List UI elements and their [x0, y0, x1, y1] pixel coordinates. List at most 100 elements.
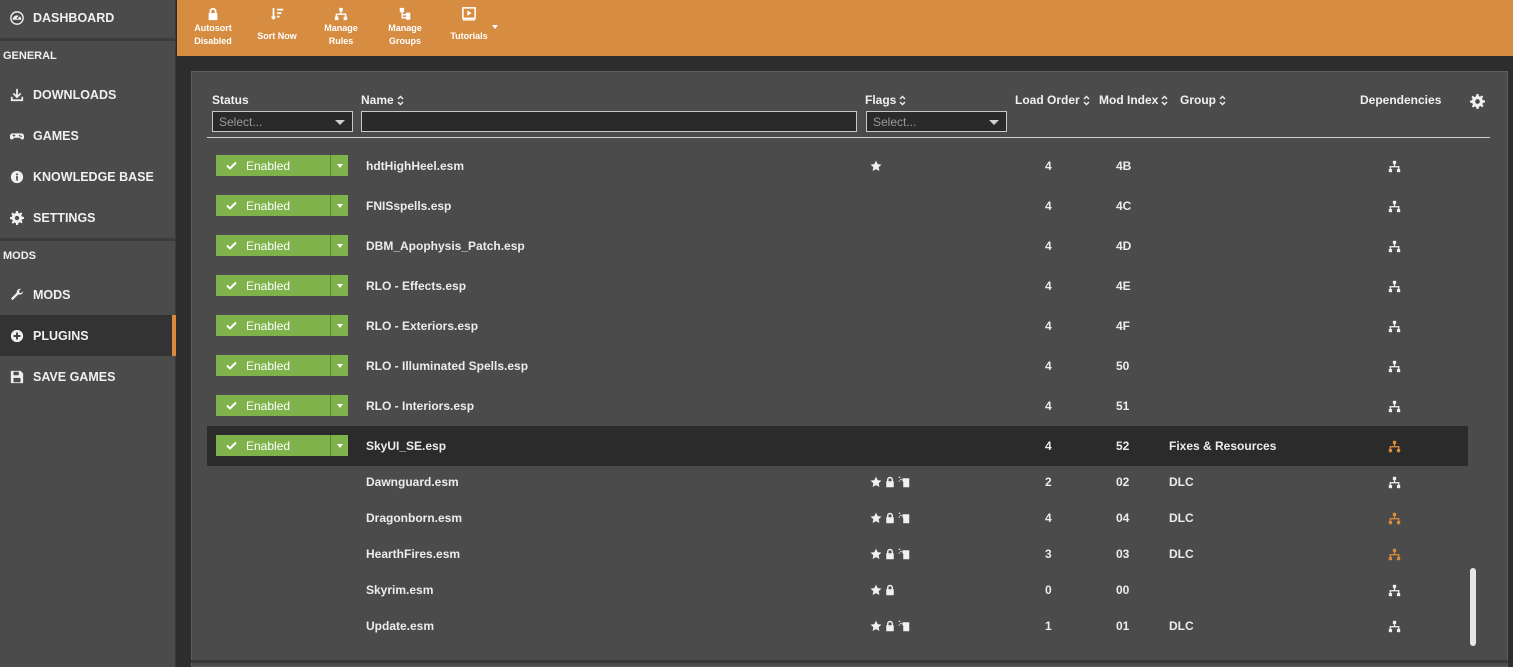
plugin-flags: [870, 146, 882, 186]
column-header-status[interactable]: Status: [212, 93, 249, 107]
status-toggle-button[interactable]: Enabled: [216, 435, 348, 456]
table-row[interactable]: Enabled hdtHighHeel.esm 4 4B: [207, 146, 1468, 186]
manage-rules-button[interactable]: Manage Rules: [309, 0, 373, 56]
sort-now-button[interactable]: Sort Now: [245, 0, 309, 56]
flags-filter-select[interactable]: Select...: [866, 111, 1007, 132]
table-row[interactable]: Enabled DBM_Apophysis_Patch.esp 4 4D: [207, 226, 1468, 266]
dependencies-hierarchy-icon[interactable]: [1388, 464, 1401, 500]
status-dropdown-button[interactable]: [331, 163, 348, 168]
load-order-value: 4: [1045, 399, 1052, 413]
column-header-group[interactable]: Group: [1180, 93, 1226, 107]
table-row[interactable]: Enabled RLO - Exteriors.esp 4 4F: [207, 306, 1468, 346]
chevron-down-icon: [336, 243, 343, 248]
autosort-button[interactable]: Autosort Disabled: [181, 0, 245, 56]
star-icon: [870, 476, 882, 488]
table-row[interactable]: Enabled RLO - Effects.esp 4 4E: [207, 266, 1468, 306]
plugin-name: RLO - Illuminated Spells.esp: [366, 359, 529, 373]
load-order-value: 2: [1045, 475, 1052, 489]
status-dropdown-button[interactable]: [331, 203, 348, 208]
sidebar-item-games[interactable]: GAMES: [0, 115, 176, 156]
plugin-name: FNISspells.esp: [366, 199, 452, 213]
dependencies-hierarchy-icon[interactable]: [1388, 500, 1401, 536]
table-row[interactable]: Update.esm 1 01 DLC: [207, 608, 1468, 644]
table-settings-gear-icon[interactable]: [1470, 94, 1485, 114]
load-order-value: 4: [1045, 279, 1052, 293]
status-dropdown-button[interactable]: [331, 403, 348, 408]
status-toggle-button[interactable]: Enabled: [216, 155, 348, 176]
dependencies-hierarchy-icon[interactable]: [1388, 572, 1401, 608]
table-row[interactable]: Enabled SkyUI_SE.esp 4 52 Fixes & Resources: [207, 426, 1468, 466]
sidebar-item-plugins[interactable]: PLUGINS: [0, 315, 176, 356]
plus-circle-icon: [0, 329, 33, 343]
dependencies-hierarchy-icon[interactable]: [1388, 386, 1401, 426]
load-order-value: 4: [1045, 319, 1052, 333]
tutorials-button[interactable]: Tutorials: [437, 0, 501, 56]
manage-rules-label-2: Rules: [328, 36, 354, 46]
dependencies-hierarchy-icon[interactable]: [1388, 536, 1401, 572]
mod-index-value: 4F: [1116, 319, 1131, 333]
autosort-label-2: Disabled: [194, 36, 232, 46]
sidebar-item-save-games[interactable]: SAVE GAMES: [0, 356, 176, 397]
load-order-value: 4: [1045, 511, 1052, 525]
load-order-value: 4: [1045, 199, 1052, 213]
dependencies-hierarchy-icon[interactable]: [1388, 146, 1401, 186]
table-row[interactable]: Skyrim.esm 0 00: [207, 572, 1468, 608]
sidebar-item-settings[interactable]: SETTINGS: [0, 197, 176, 238]
status-label: Enabled: [246, 438, 291, 453]
mod-index-value: 4B: [1116, 159, 1132, 173]
dependencies-hierarchy-icon[interactable]: [1388, 266, 1401, 306]
dependencies-hierarchy-icon[interactable]: [1388, 346, 1401, 386]
vertical-scrollbar[interactable]: [1470, 568, 1476, 646]
dependencies-hierarchy-icon[interactable]: [1388, 306, 1401, 346]
sidebar-item-label: PLUGINS: [33, 328, 89, 343]
name-filter-input[interactable]: [361, 111, 857, 132]
status-toggle-button[interactable]: Enabled: [216, 195, 348, 216]
plugin-name: hdtHighHeel.esm: [366, 159, 465, 173]
header-label: Mod Index: [1099, 93, 1159, 107]
chevron-down-icon: [336, 363, 343, 368]
table-row[interactable]: Enabled RLO - Interiors.esp 4 51: [207, 386, 1468, 426]
status-filter-select[interactable]: Select...: [212, 111, 353, 132]
status-toggle-button[interactable]: Enabled: [216, 235, 348, 256]
status-toggle-button[interactable]: Enabled: [216, 315, 348, 336]
load-order-value: 4: [1045, 439, 1052, 453]
sidebar-item-dashboard[interactable]: DASHBOARD: [0, 0, 176, 38]
plugin-flags: [870, 464, 910, 500]
sidebar-item-knowledge-base[interactable]: KNOWLEDGE BASE: [0, 156, 176, 197]
status-dropdown-button[interactable]: [331, 323, 348, 328]
plugin-flags: [870, 500, 910, 536]
column-header-name[interactable]: Name: [361, 93, 404, 107]
dependencies-hierarchy-icon[interactable]: [1388, 608, 1401, 644]
status-dropdown-button[interactable]: [331, 243, 348, 248]
load-order-value: 4: [1045, 239, 1052, 253]
status-toggle-button[interactable]: Enabled: [216, 355, 348, 376]
status-toggle-button[interactable]: Enabled: [216, 275, 348, 296]
table-row[interactable]: Dawnguard.esm 2 02 DLC: [207, 464, 1468, 500]
checkmark-icon: [216, 161, 246, 170]
dependencies-hierarchy-icon[interactable]: [1388, 186, 1401, 226]
sort-now-label: Sort Now: [257, 31, 297, 41]
column-header-load-order[interactable]: Load Order: [1015, 93, 1090, 107]
mod-index-value: 50: [1116, 359, 1130, 373]
sidebar-item-mods[interactable]: MODS: [0, 274, 176, 315]
sort-icon: [899, 95, 906, 106]
table-row[interactable]: HearthFires.esm 3 03 DLC: [207, 536, 1468, 572]
status-dropdown-button[interactable]: [331, 363, 348, 368]
table-row[interactable]: Enabled RLO - Illuminated Spells.esp 4 50: [207, 346, 1468, 386]
column-header-flags[interactable]: Flags: [865, 93, 906, 107]
table-row[interactable]: Enabled FNISspells.esp 4 4C: [207, 186, 1468, 226]
sidebar-item-label: KNOWLEDGE BASE: [33, 169, 154, 184]
clean-icon: [898, 620, 910, 632]
header-divider: [207, 137, 1490, 138]
status-dropdown-button[interactable]: [331, 283, 348, 288]
plugin-name: HearthFires.esm: [366, 547, 461, 561]
column-header-mod-index[interactable]: Mod Index: [1099, 93, 1168, 107]
dependencies-hierarchy-icon[interactable]: [1388, 226, 1401, 266]
group-value: DLC: [1169, 475, 1194, 489]
sidebar-item-downloads[interactable]: DOWNLOADS: [0, 74, 176, 115]
status-toggle-button[interactable]: Enabled: [216, 395, 348, 416]
manage-groups-button[interactable]: Manage Groups: [373, 0, 437, 56]
table-row[interactable]: Dragonborn.esm 4 04 DLC: [207, 500, 1468, 536]
status-dropdown-button[interactable]: [331, 443, 348, 448]
dependencies-hierarchy-icon[interactable]: [1388, 426, 1401, 466]
